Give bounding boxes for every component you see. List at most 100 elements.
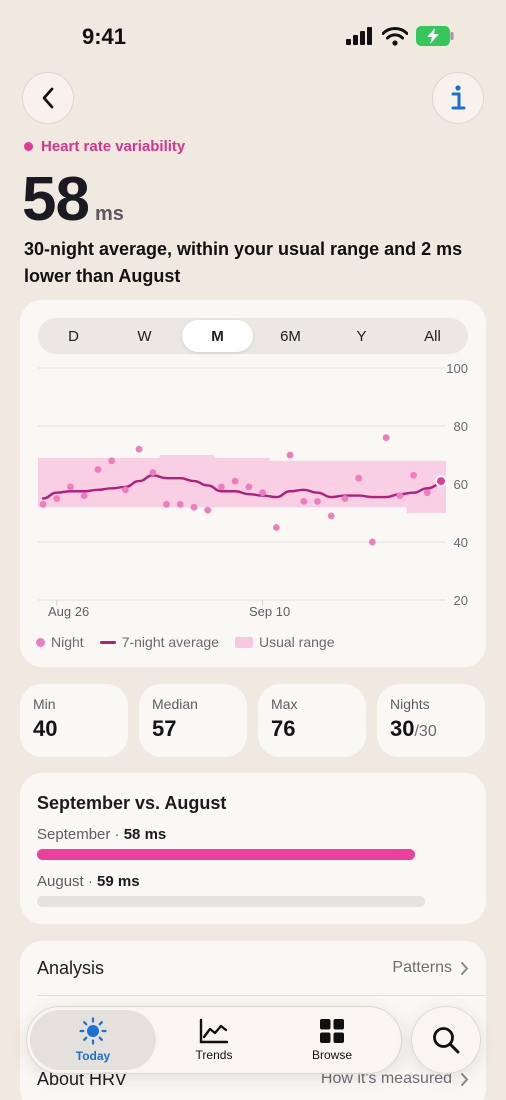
night-point [53,495,61,502]
chevron-right-icon [461,1072,469,1086]
stat-value-sub: /30 [414,723,437,740]
september-label: September · 58 ms [37,826,167,843]
battery-charging-icon [416,26,454,46]
back-button[interactable] [22,72,74,124]
night-point [149,469,157,476]
metric-value: 58 ms [22,164,124,235]
legend-range-label: Usual range [258,634,335,650]
hrv-chart[interactable]: 100 80 60 40 20 Aug 26 Sep 10 [20,356,486,624]
search-button[interactable] [411,1006,481,1074]
night-point [121,486,129,494]
night-point [314,498,321,505]
y-tick-label: 100 [446,361,468,376]
tab-bar: Today Trends Browse [26,1006,402,1074]
night-point [382,434,390,441]
legend-night: Night [36,634,84,650]
night-point [190,503,198,511]
night-point [39,500,47,508]
night-point [272,524,280,531]
status-icons [346,26,454,46]
night-point [218,483,225,491]
night-point [355,474,363,482]
range-option-all[interactable]: All [397,318,468,354]
time-range-segmented-control: D W M 6M Y All [38,318,468,354]
metric-dot-icon [24,142,33,151]
comparison-title: September vs. August [37,793,227,813]
cellular-signal-icon [346,27,372,45]
night-point [176,500,184,508]
stat-value: 30/30 [390,716,485,742]
x-tick-label: Sep 10 [249,604,290,619]
metric-summary: 30-night average, within your usual rang… [24,239,463,286]
y-tick-label: 20 [454,593,468,608]
info-button[interactable] [432,72,484,124]
legend-range: Usual range [234,634,335,650]
grid-icon [320,1019,344,1043]
night-point-latest [435,475,447,488]
legend-range-swatch-icon [234,636,253,648]
chart-card: D W M 6M Y All 100 80 60 40 20 Aug 26 Sep 10 N… [20,300,486,667]
analysis-row[interactable]: Analysis Patterns [37,941,469,995]
night-point [108,457,116,465]
metric-number: 58 [22,165,90,234]
night-point [341,495,349,502]
legend-night-label: Night [51,634,84,650]
tab-trends[interactable]: Trends [151,1010,277,1070]
tab-trends-label: Trends [195,1048,233,1062]
stat-value: 57 [152,716,177,741]
row-divider [37,995,486,996]
range-option-w[interactable]: W [109,318,180,354]
range-option-y[interactable]: Y [326,318,397,354]
chevron-right-icon [461,961,469,975]
search-icon [433,1027,460,1054]
night-point [163,500,170,508]
tab-today[interactable]: Today [30,1010,156,1070]
night-point [410,471,417,479]
night-point [327,512,335,520]
range-option-d[interactable]: D [38,318,109,354]
stat-median-card: Median 57 [139,684,247,757]
september-value: 58 ms [123,826,167,843]
stat-label: Median [152,696,198,712]
analysis-detail-text: Patterns [392,959,452,976]
usual-range-band [38,455,446,513]
stat-value: 40 [33,716,58,741]
metric-label: Heart rate variability [24,138,185,155]
analysis-detail: Patterns [392,959,469,977]
september-bar [37,849,415,860]
info-icon [451,85,466,110]
y-tick-label: 60 [454,477,468,492]
tab-browse[interactable]: Browse [269,1010,395,1070]
y-tick-label: 80 [454,419,468,434]
august-label: August · 59 ms [37,873,140,890]
night-point [259,489,266,497]
metric-unit: ms [94,203,124,225]
status-bar: 9:41 [0,0,506,72]
tab-browse-label: Browse [311,1048,352,1062]
august-bar [37,896,425,907]
night-point [94,466,102,473]
stat-label: Min [33,696,56,712]
legend-average-label: 7-night average [121,634,219,650]
august-value: 59 ms [97,873,140,890]
chevron-left-icon [42,87,54,109]
night-point [80,492,88,499]
chart-legend: Night 7-night average Usual range [36,634,334,650]
night-point [286,451,294,459]
stat-value: 76 [271,716,296,741]
range-option-m[interactable]: M [182,320,253,352]
legend-average: 7-night average [99,634,219,650]
range-option-6m[interactable]: 6M [255,318,326,354]
stat-label: Nights [390,696,430,712]
night-point [368,538,376,546]
stat-max-card: Max 76 [258,684,366,757]
night-point [204,506,212,514]
status-time: 9:41 [82,24,127,49]
metric-label-text: Heart rate variability [41,138,186,155]
wifi-icon [382,26,408,46]
night-point [396,492,404,499]
stat-label: Max [271,696,298,712]
sun-icon [79,1017,107,1045]
august-month: August [37,873,84,890]
y-tick-label: 40 [454,535,468,550]
